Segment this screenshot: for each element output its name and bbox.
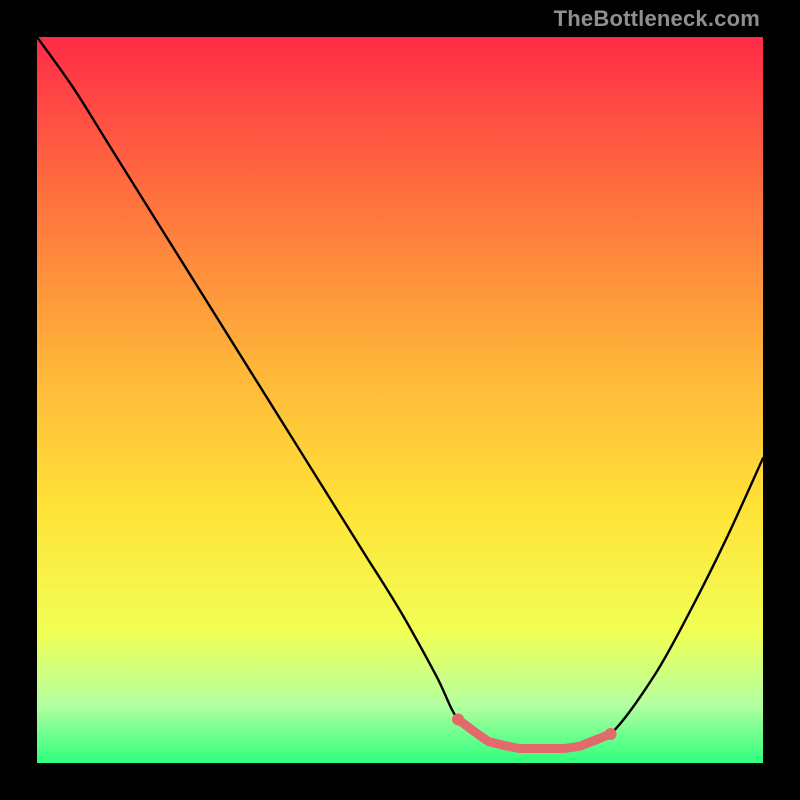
- bottleneck-curve: [37, 37, 763, 763]
- plot-area: [37, 37, 763, 763]
- chart-frame: TheBottleneck.com: [0, 0, 800, 800]
- watermark-text: TheBottleneck.com: [554, 6, 760, 32]
